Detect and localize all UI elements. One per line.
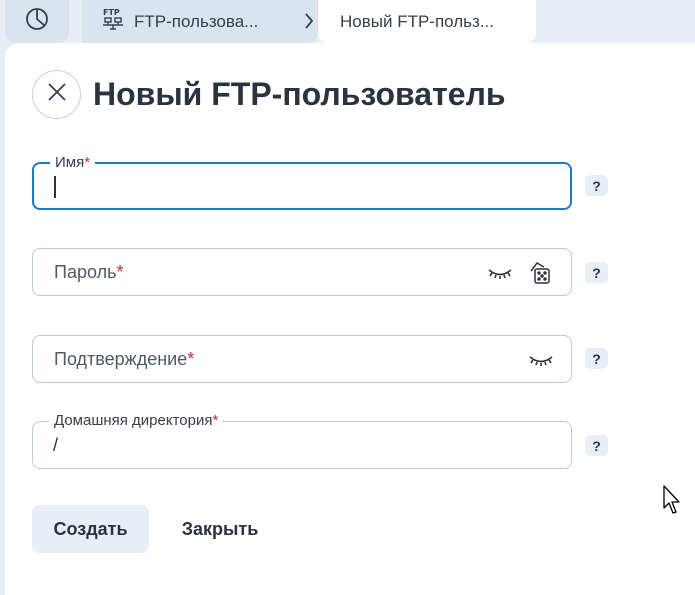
home-directory-value: / bbox=[53, 435, 59, 455]
name-field-label: Имя* bbox=[50, 154, 96, 172]
tab-bar: FTP FTP-пользова... Новый FTP-польз... bbox=[0, 0, 695, 43]
page-title: Новый FTP-пользователь bbox=[93, 76, 506, 112]
confirm-password-field[interactable]: Подтверждение* bbox=[32, 335, 572, 383]
tab-ftp-users-label: FTP-пользова... bbox=[134, 11, 259, 31]
form-panel: Новый FTP-пользователь Имя* ? Пароль* ? … bbox=[5, 43, 695, 595]
home-directory-help-button[interactable]: ? bbox=[585, 435, 608, 456]
tab-new-ftp-user-label: Новый FTP-польз... bbox=[340, 11, 494, 31]
pie-chart-icon bbox=[25, 7, 49, 36]
tab-statistics[interactable] bbox=[5, 0, 69, 43]
chevron-right-icon bbox=[302, 11, 316, 36]
close-icon bbox=[47, 82, 67, 107]
eye-closed-icon[interactable] bbox=[487, 261, 513, 285]
tab-ftp-users[interactable]: FTP FTP-пользова... bbox=[82, 0, 318, 43]
home-directory-field[interactable]: Домашняя директория* / bbox=[32, 412, 572, 469]
password-placeholder: Пароль* bbox=[54, 262, 124, 282]
close-button[interactable]: Закрыть bbox=[167, 505, 273, 553]
confirm-placeholder: Подтверждение* bbox=[54, 349, 195, 369]
svg-text:FTP: FTP bbox=[103, 8, 120, 17]
home-directory-label: Домашняя директория* bbox=[49, 412, 224, 430]
password-field[interactable]: Пароль* bbox=[32, 248, 572, 296]
create-button[interactable]: Создать bbox=[32, 505, 149, 553]
name-help-button[interactable]: ? bbox=[585, 175, 608, 196]
ftp-icon: FTP bbox=[102, 7, 124, 36]
eye-closed-icon[interactable] bbox=[528, 348, 554, 372]
mouse-pointer-icon bbox=[663, 485, 683, 520]
close-form-button[interactable] bbox=[32, 70, 81, 119]
dice-generate-password-icon[interactable] bbox=[528, 261, 554, 285]
password-help-button[interactable]: ? bbox=[585, 262, 608, 283]
confirm-help-button[interactable]: ? bbox=[585, 348, 608, 369]
text-caret bbox=[54, 176, 56, 198]
name-field[interactable]: Имя* bbox=[32, 154, 572, 210]
tab-new-ftp-user[interactable]: Новый FTP-польз... bbox=[318, 0, 536, 43]
